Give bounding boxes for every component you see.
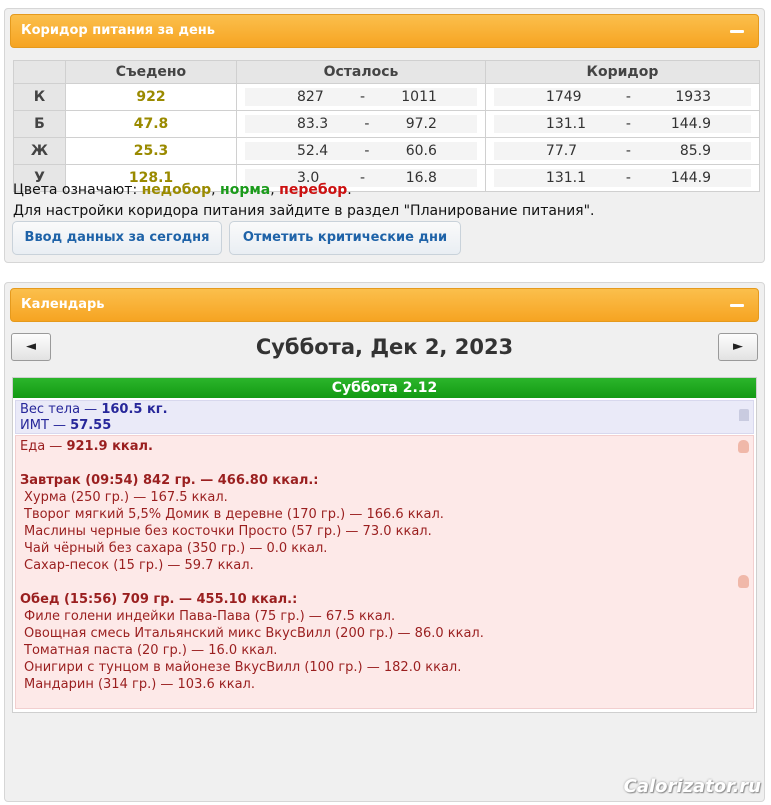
collapse-icon[interactable] xyxy=(730,30,744,33)
corridor-min: 131.1 xyxy=(545,116,587,132)
header-remaining: Осталось xyxy=(236,60,486,84)
meal-header[interactable]: Завтрак (09:54) 842 гр. — 466.80 ккал.: xyxy=(20,472,749,489)
food-value: 921.9 ккал. xyxy=(66,439,153,454)
legend-end: . xyxy=(347,182,352,198)
header-corridor: Коридор xyxy=(484,60,761,84)
corridor-min: 1749 xyxy=(545,89,582,105)
range-dash: - xyxy=(364,116,370,132)
header-empty xyxy=(13,60,66,84)
weight-block[interactable]: Вес тела — 160.5 кг. ИМТ — 57.55 xyxy=(15,400,754,434)
enter-today-button[interactable]: Ввод данных за сегодня xyxy=(12,221,222,255)
meal-block: Обед (15:56) 709 гр. — 455.10 ккал.: Филе… xyxy=(20,591,749,693)
meal-item[interactable]: Онигири с тунцом в майонезе ВкусВилл (10… xyxy=(20,659,749,676)
remaining-max: 16.8 xyxy=(405,170,437,186)
range-dash: - xyxy=(625,89,631,105)
corridor-range: 1749 - 1933 xyxy=(484,83,761,111)
remaining-max: 60.6 xyxy=(405,143,437,159)
corridor-hint: Для настройки коридора питания зайдите в… xyxy=(13,203,595,219)
legend-over: перебор xyxy=(279,182,348,198)
calendar-panel-header[interactable]: Календарь xyxy=(10,288,759,322)
table-header-row: Съедено Осталось Коридор xyxy=(13,60,761,84)
food-block[interactable]: Еда — 921.9 ккал. Завтрак (09:54) 842 гр… xyxy=(15,435,754,709)
watermark-logo: Calorizator.ru xyxy=(623,776,761,797)
food-total-line: Еда — 921.9 ккал. xyxy=(20,438,749,455)
corridor-max: 144.9 xyxy=(670,170,711,186)
corridor-min: 131.1 xyxy=(545,170,587,186)
scale-icon[interactable] xyxy=(739,409,749,421)
meal-item[interactable]: Овощная смесь Итальянский микс ВкусВилл … xyxy=(20,625,749,642)
weight-line: Вес тела — 160.5 кг. xyxy=(20,402,749,418)
corridor-range: 131.1 - 144.9 xyxy=(484,164,761,192)
legend-sep2: , xyxy=(270,182,280,198)
remaining-range: 52.4 - 60.6 xyxy=(236,137,486,165)
bmi-value: 57.55 xyxy=(70,418,112,433)
meal-item[interactable]: Томатная паста (20 гр.) — 16.0 ккал. xyxy=(20,642,749,659)
range-dash: - xyxy=(625,143,631,159)
range-dash: - xyxy=(625,170,631,186)
meals-list: Завтрак (09:54) 842 гр. — 466.80 ккал.: Х… xyxy=(20,472,749,693)
corridor-range: 131.1 - 144.9 xyxy=(484,110,761,138)
meal-item[interactable]: Мандарин (314 гр.) — 103.6 ккал. xyxy=(20,676,749,693)
remaining-max: 97.2 xyxy=(405,116,437,132)
remaining-max: 1011 xyxy=(401,89,437,105)
arrow-right-icon: ► xyxy=(733,339,743,354)
range-dash: - xyxy=(364,143,370,159)
corridor-table: Съедено Осталось Коридор К 922 827 - 1011 174… xyxy=(13,60,761,192)
range-dash: - xyxy=(359,89,366,105)
row-label: Ж xyxy=(13,137,66,165)
legend-sep1: , xyxy=(211,182,221,198)
next-day-button[interactable]: ► xyxy=(718,333,758,361)
weight-label: Вес тела — xyxy=(20,402,102,417)
remaining-min: 827 xyxy=(297,89,324,105)
remaining-min: 52.4 xyxy=(297,143,329,159)
corridor-panel-header[interactable]: Коридор питания за день xyxy=(10,14,759,48)
meal-block: Завтрак (09:54) 842 гр. — 466.80 ккал.: Х… xyxy=(20,472,749,574)
collapse-icon[interactable] xyxy=(730,304,744,307)
eaten-value: 47.8 xyxy=(65,110,237,138)
corridor-range: 77.7 - 85.9 xyxy=(484,137,761,165)
meal-item[interactable]: Сахар-песок (15 гр.) — 59.7 ккал. xyxy=(20,557,749,574)
food-label: Еда — xyxy=(20,439,67,454)
corridor-max: 85.9 xyxy=(679,143,711,159)
bmi-label: ИМТ — xyxy=(20,418,71,433)
meal-item[interactable]: Чай чёрный без сахара (350 гр.) — 0.0 кк… xyxy=(20,540,749,557)
calendar-panel: Календарь ◄ Суббота, Дек 2, 2023 ► Суббо… xyxy=(4,282,765,802)
corridor-max: 144.9 xyxy=(670,116,711,132)
row-label: К xyxy=(13,83,66,111)
meal-item[interactable]: Хурма (250 гр.) — 167.5 ккал. xyxy=(20,489,749,506)
calendar-panel-title: Календарь xyxy=(21,297,105,312)
day-entry: Суббота 2.12 Вес тела — 160.5 кг. ИМТ — … xyxy=(12,377,757,713)
hand-icon[interactable] xyxy=(738,575,749,588)
corridor-panel-title: Коридор питания за день xyxy=(21,23,215,38)
weight-value: 160.5 кг. xyxy=(101,402,168,417)
header-eaten: Съедено xyxy=(65,60,237,84)
color-legend: Цвета означают: недобор, норма, перебор. xyxy=(13,182,352,198)
remaining-min: 83.3 xyxy=(297,116,329,132)
range-dash: - xyxy=(359,170,366,186)
corridor-min: 77.7 xyxy=(545,143,578,159)
range-dash: - xyxy=(625,116,631,132)
mark-critical-days-button[interactable]: Отметить критические дни xyxy=(229,221,461,255)
hand-icon[interactable] xyxy=(738,440,749,453)
remaining-range: 827 - 1011 xyxy=(236,83,486,111)
corridor-max: 1933 xyxy=(675,89,711,105)
bmi-line: ИМТ — 57.55 xyxy=(20,418,749,434)
legend-low: недобор xyxy=(141,182,212,198)
eaten-value: 25.3 xyxy=(65,137,237,165)
row-label: Б xyxy=(13,110,66,138)
table-row: Ж 25.3 52.4 - 60.6 77.7 - 85.9 xyxy=(13,137,761,165)
legend-prefix: Цвета означают: xyxy=(13,182,142,198)
day-header[interactable]: Суббота 2.12 xyxy=(13,378,756,398)
meal-item[interactable]: Филе голени индейки Пава-Пава (75 гр.) —… xyxy=(20,608,749,625)
table-row: К 922 827 - 1011 1749 - 1933 xyxy=(13,83,761,111)
corridor-panel: Коридор питания за день Съедено Осталось… xyxy=(4,8,765,263)
table-row: Б 47.8 83.3 - 97.2 131.1 - 144.9 xyxy=(13,110,761,138)
meal-header[interactable]: Обед (15:56) 709 гр. — 455.10 ккал.: xyxy=(20,591,749,608)
meal-item[interactable]: Маслины черные без косточки Просто (57 г… xyxy=(20,523,749,540)
date-title: Суббота, Дек 2, 2023 xyxy=(255,335,514,359)
eaten-value: 922 xyxy=(65,83,237,111)
meal-item[interactable]: Творог мягкий 5,5% Домик в деревне (170 … xyxy=(20,506,749,523)
remaining-range: 83.3 - 97.2 xyxy=(236,110,486,138)
legend-norm: норма xyxy=(220,182,271,198)
